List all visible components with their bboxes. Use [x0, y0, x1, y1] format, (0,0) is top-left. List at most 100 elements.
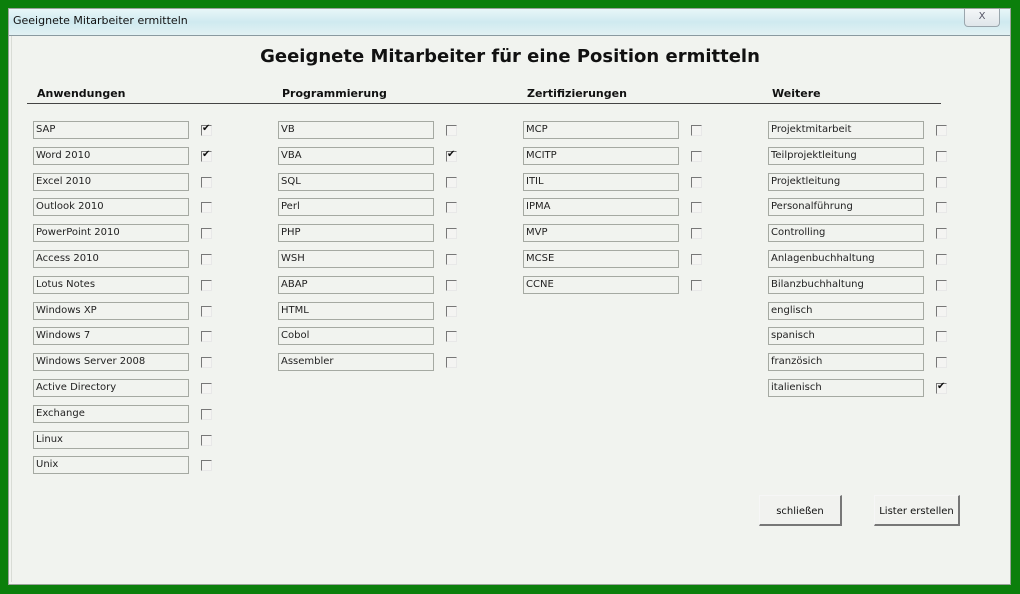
skill-label-field[interactable]: Assembler: [278, 353, 434, 371]
skill-checkbox[interactable]: [201, 331, 212, 342]
skill-checkbox[interactable]: [936, 331, 947, 342]
skill-label-field[interactable]: MCP: [523, 121, 679, 139]
skill-checkbox[interactable]: [446, 280, 457, 291]
skill-checkbox[interactable]: [446, 202, 457, 213]
skill-checkbox[interactable]: [201, 435, 212, 446]
skill-checkbox[interactable]: [201, 280, 212, 291]
skill-label-field[interactable]: SQL: [278, 173, 434, 191]
checkmark-icon: ✔: [447, 149, 456, 160]
skill-label-field[interactable]: MCSE: [523, 250, 679, 268]
skill-checkbox[interactable]: [691, 254, 702, 265]
skill-checkbox[interactable]: [201, 357, 212, 368]
window-title: Geeignete Mitarbeiter ermitteln: [13, 14, 188, 27]
skill-label-field[interactable]: englisch: [768, 302, 924, 320]
skill-checkbox[interactable]: [691, 177, 702, 188]
page-title: Geeignete Mitarbeiter für eine Position …: [260, 46, 760, 67]
skill-label-field[interactable]: Active Directory: [33, 379, 189, 397]
skill-label-field[interactable]: Bilanzbuchhaltung: [768, 276, 924, 294]
skill-label-field[interactable]: Projektleitung: [768, 173, 924, 191]
skill-label-field[interactable]: IPMA: [523, 198, 679, 216]
skill-checkbox[interactable]: [936, 280, 947, 291]
skill-checkbox[interactable]: ✔: [936, 381, 947, 394]
skill-label-field[interactable]: Linux: [33, 431, 189, 449]
skill-label-field[interactable]: ABAP: [278, 276, 434, 294]
create-list-button[interactable]: Lister erstellen: [874, 495, 960, 526]
window-close-button[interactable]: X: [964, 9, 1000, 27]
column-header-weitere: Weitere: [772, 87, 821, 100]
skill-label-field[interactable]: Lotus Notes: [33, 276, 189, 294]
skill-label-field[interactable]: Perl: [278, 198, 434, 216]
skill-checkbox[interactable]: [201, 177, 212, 188]
skill-label-field[interactable]: SAP: [33, 121, 189, 139]
skill-label-field[interactable]: Personalführung: [768, 198, 924, 216]
skill-checkbox[interactable]: [201, 228, 212, 239]
skill-checkbox[interactable]: [446, 306, 457, 317]
skill-label-field[interactable]: italienisch: [768, 379, 924, 397]
skill-label-field[interactable]: Windows Server 2008: [33, 353, 189, 371]
skill-checkbox[interactable]: [936, 254, 947, 265]
skill-label-field[interactable]: spanisch: [768, 327, 924, 345]
skill-label-field[interactable]: ITIL: [523, 173, 679, 191]
skill-label-field[interactable]: Anlagenbuchhaltung: [768, 250, 924, 268]
skill-checkbox[interactable]: ✔: [446, 149, 457, 162]
skill-checkbox[interactable]: [446, 228, 457, 239]
skill-label-field[interactable]: Access 2010: [33, 250, 189, 268]
skill-checkbox[interactable]: ✔: [201, 149, 212, 162]
skill-label-field[interactable]: VB: [278, 121, 434, 139]
skill-checkbox[interactable]: [691, 151, 702, 162]
skill-label-field[interactable]: VBA: [278, 147, 434, 165]
skill-checkbox[interactable]: [446, 125, 457, 136]
column-header-zertifizierungen: Zertifizierungen: [527, 87, 627, 100]
skill-checkbox[interactable]: [446, 177, 457, 188]
skill-label-field[interactable]: WSH: [278, 250, 434, 268]
close-button[interactable]: schließen: [759, 495, 842, 526]
skill-checkbox[interactable]: [936, 357, 947, 368]
skill-label-field[interactable]: Controlling: [768, 224, 924, 242]
skill-checkbox[interactable]: [936, 151, 947, 162]
skill-checkbox[interactable]: [201, 306, 212, 317]
skill-label-field[interactable]: Cobol: [278, 327, 434, 345]
skill-label-field[interactable]: Windows 7: [33, 327, 189, 345]
skill-checkbox[interactable]: [201, 202, 212, 213]
title-bar[interactable]: Geeignete Mitarbeiter ermitteln X: [9, 9, 1010, 36]
skill-checkbox[interactable]: [691, 202, 702, 213]
skill-checkbox[interactable]: [446, 357, 457, 368]
skill-checkbox[interactable]: [201, 409, 212, 420]
skill-checkbox[interactable]: [446, 254, 457, 265]
skill-checkbox[interactable]: [691, 125, 702, 136]
skill-label-field[interactable]: Projektmitarbeit: [768, 121, 924, 139]
skill-checkbox[interactable]: [936, 306, 947, 317]
close-icon: X: [978, 11, 986, 22]
skill-label-field[interactable]: Excel 2010: [33, 173, 189, 191]
skill-checkbox[interactable]: [201, 254, 212, 265]
skill-label-field[interactable]: Exchange: [33, 405, 189, 423]
skill-checkbox[interactable]: [936, 202, 947, 213]
skill-checkbox[interactable]: [691, 228, 702, 239]
header-divider: [27, 103, 941, 104]
skill-checkbox[interactable]: [201, 383, 212, 394]
checkmark-icon: ✔: [202, 149, 211, 160]
skill-checkbox[interactable]: [936, 125, 947, 136]
skill-label-field[interactable]: Outlook 2010: [33, 198, 189, 216]
skill-checkbox[interactable]: [201, 460, 212, 471]
column-header-anwendungen: Anwendungen: [37, 87, 126, 100]
skill-label-field[interactable]: Teilprojektleitung: [768, 147, 924, 165]
skill-label-field[interactable]: Windows XP: [33, 302, 189, 320]
skill-label-field[interactable]: MCITP: [523, 147, 679, 165]
skill-label-field[interactable]: französich: [768, 353, 924, 371]
skill-label-field[interactable]: MVP: [523, 224, 679, 242]
skill-label-field[interactable]: PHP: [278, 224, 434, 242]
skill-label-field[interactable]: CCNE: [523, 276, 679, 294]
checkmark-icon: ✔: [937, 381, 946, 392]
skill-checkbox[interactable]: [936, 177, 947, 188]
skill-checkbox[interactable]: ✔: [201, 123, 212, 136]
skill-label-field[interactable]: PowerPoint 2010: [33, 224, 189, 242]
skill-checkbox[interactable]: [446, 331, 457, 342]
skill-label-field[interactable]: Unix: [33, 456, 189, 474]
skill-checkbox[interactable]: [691, 280, 702, 291]
checkmark-icon: ✔: [202, 123, 211, 134]
skill-label-field[interactable]: HTML: [278, 302, 434, 320]
skill-checkbox[interactable]: [936, 228, 947, 239]
skill-label-field[interactable]: Word 2010: [33, 147, 189, 165]
dialog-window: Geeignete Mitarbeiter ermitteln X: [8, 8, 1011, 585]
